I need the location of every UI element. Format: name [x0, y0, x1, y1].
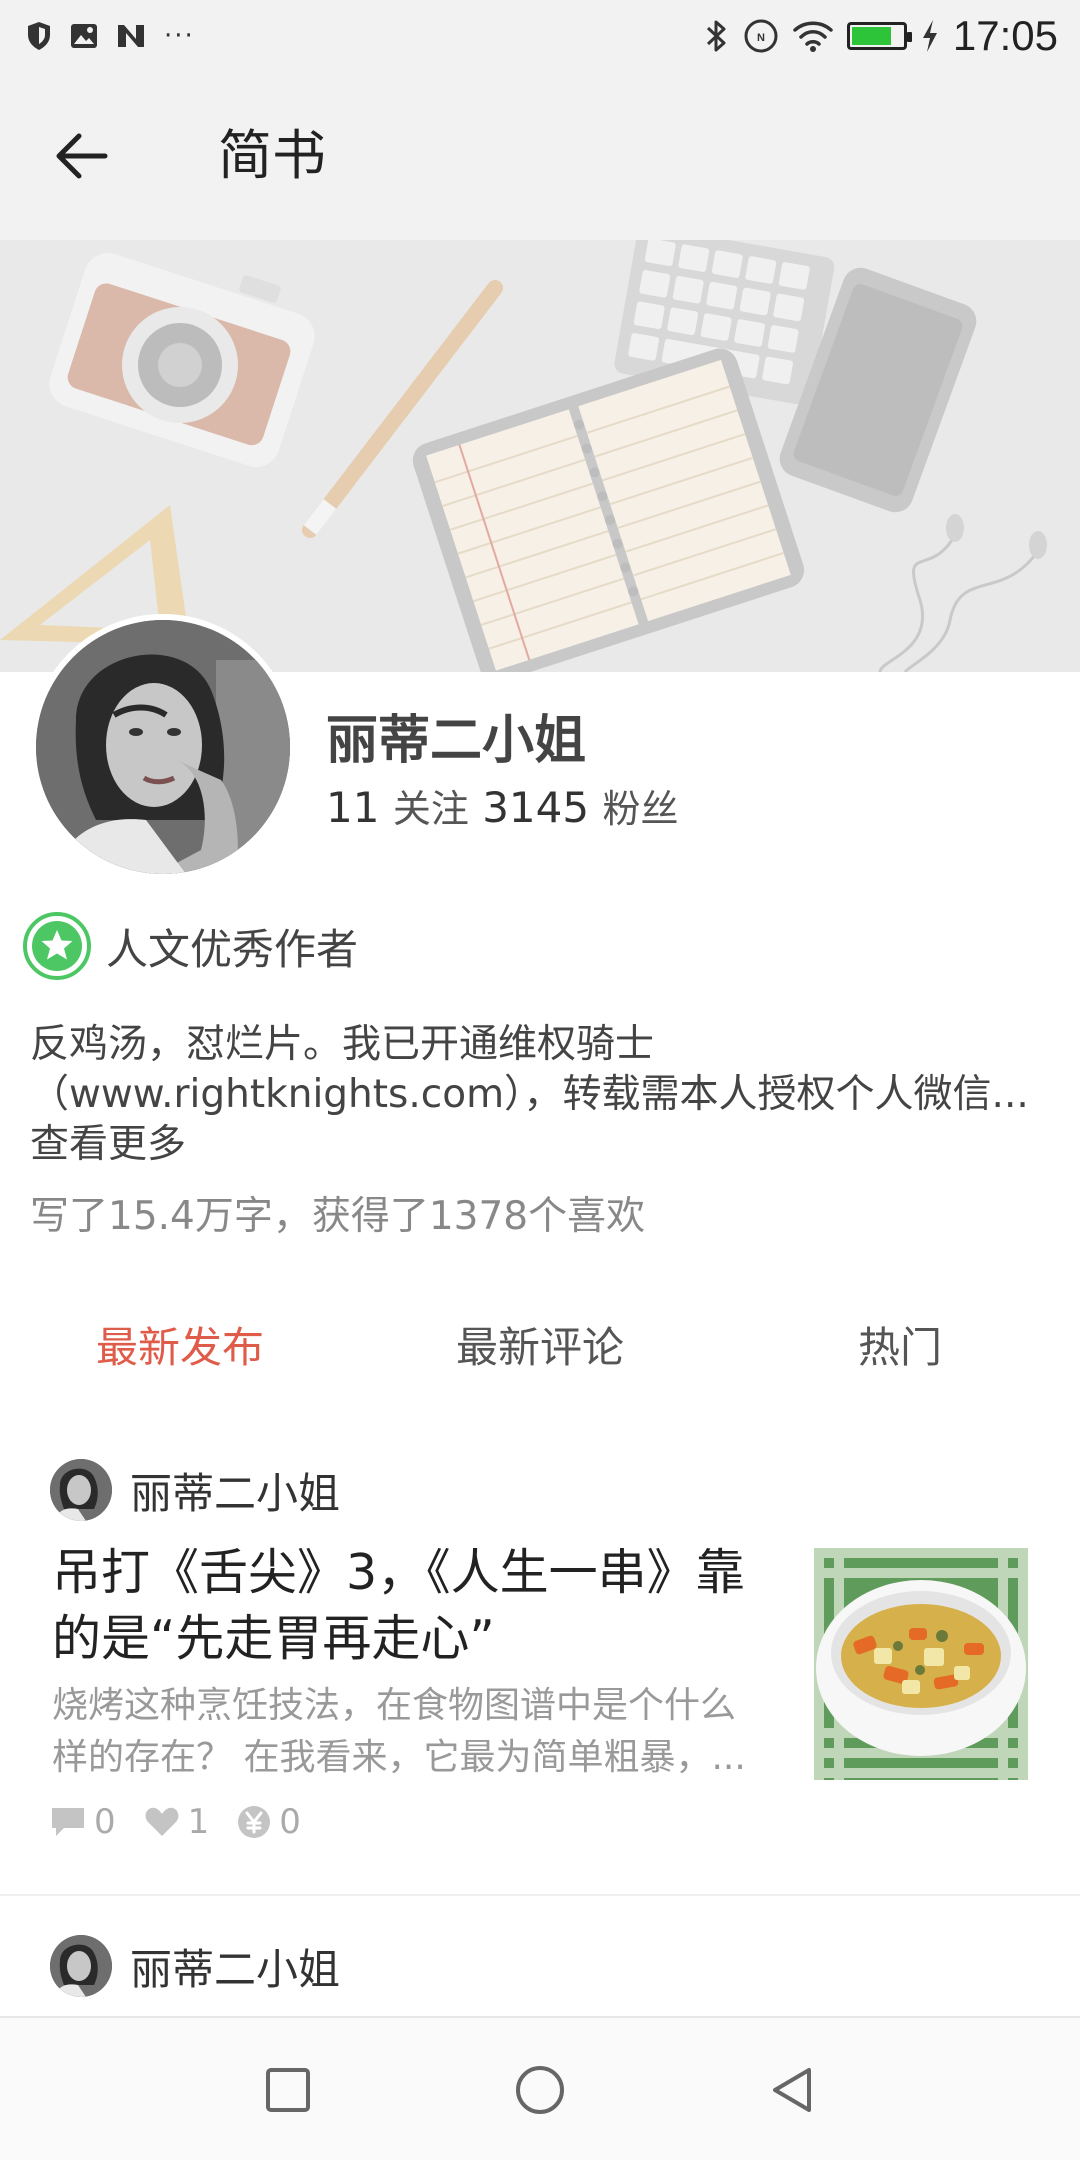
banner-illustration: [0, 240, 1047, 672]
n-app-icon: [118, 25, 144, 47]
avatar[interactable]: [50, 1935, 112, 1997]
home-icon: [516, 2066, 564, 2114]
comment-count: 0: [94, 1802, 116, 1842]
page-title: 简书: [218, 124, 326, 187]
profile-tabs: 最新发布 最新评论 热门: [0, 1312, 1080, 1384]
back-button[interactable]: [44, 118, 120, 194]
image-icon: [71, 24, 97, 48]
followers-label[interactable]: 粉丝: [602, 787, 678, 831]
avatar-portrait: [36, 620, 290, 874]
followers-count[interactable]: 3145: [482, 783, 589, 832]
battery-icon: [846, 22, 912, 50]
battery-level: [851, 27, 891, 45]
feed-author-row[interactable]: 丽蒂二小姐: [50, 1934, 340, 1998]
status-bar: ··· N 17:05: [0, 0, 1080, 72]
profile-stats: 11 关注 3145 粉丝: [326, 778, 678, 839]
following-count[interactable]: 11: [326, 783, 379, 832]
status-right-icons: N 17:05: [705, 10, 1058, 62]
reward-count: 0: [279, 1802, 301, 1842]
camera-illustration: [49, 253, 315, 467]
avatar[interactable]: [50, 1459, 112, 1521]
author-avatar-image: [50, 1935, 112, 1997]
status-left-icons: ···: [26, 20, 195, 52]
profile-banner: [0, 240, 1080, 672]
recent-apps-button[interactable]: [252, 2054, 324, 2126]
profile-avatar[interactable]: [30, 614, 296, 880]
feed-author-name[interactable]: 丽蒂二小姐: [130, 1936, 340, 1997]
profile-bio[interactable]: 反鸡汤，怼烂片。我已开通维权骑士（www.rightknights.com），转…: [30, 1020, 1050, 1170]
tab-popular[interactable]: 热门: [760, 1312, 1040, 1384]
feed-author-row[interactable]: 丽蒂二小姐: [50, 1458, 340, 1522]
status-overflow: ···: [164, 21, 195, 51]
soup-image: [814, 1548, 1028, 1780]
bluetooth-icon: [706, 20, 726, 52]
author-avatar-image: [50, 1459, 112, 1521]
wifi-icon: [793, 21, 833, 52]
toolbar: 简书: [0, 72, 1080, 240]
system-back-button[interactable]: [756, 2054, 828, 2126]
reward-yen-icon: [238, 1806, 271, 1838]
arrow-left-icon: [56, 133, 108, 179]
following-label[interactable]: 关注: [393, 787, 469, 831]
tab-latest-comments[interactable]: 最新评论: [400, 1312, 680, 1384]
like-count: 1: [187, 1802, 210, 1842]
heart-icon: [145, 1807, 179, 1836]
comment-icon: [52, 1808, 84, 1836]
svg-text:N: N: [757, 32, 765, 44]
shield-icon: [28, 22, 50, 50]
star-badge-icon: [23, 912, 91, 980]
profile-summary: 写了15.4万字，获得了1378个喜欢: [30, 1194, 646, 1239]
tab-latest-posts[interactable]: 最新发布: [40, 1312, 320, 1384]
status-time: 17:05: [952, 12, 1058, 59]
profile-name: 丽蒂二小姐: [326, 711, 587, 771]
recent-apps-icon: [266, 2068, 310, 2112]
back-triangle-icon: [773, 2068, 811, 2112]
system-nav-bar: [0, 2016, 1080, 2160]
article-thumbnail[interactable]: [814, 1548, 1028, 1780]
feed-divider: [0, 1894, 1080, 1896]
feed-author-name[interactable]: 丽蒂二小姐: [130, 1460, 340, 1521]
home-button[interactable]: [504, 2054, 576, 2126]
article-title[interactable]: 吊打《舌尖》3，《人生一串》靠的是“先走胃再走心”: [52, 1540, 772, 1672]
badge-label: 人文优秀作者: [106, 924, 359, 974]
author-badge[interactable]: 人文优秀作者: [22, 910, 358, 982]
nfc-icon: N: [744, 19, 778, 53]
article-excerpt[interactable]: 烧烤这种烹饪技法，在食物图谱中是个什么样的存在？ 在我看来，它最为简单粗暴，..…: [52, 1680, 762, 1784]
article-meta: 0 1 0: [50, 1800, 321, 1844]
charging-icon: [922, 20, 937, 52]
